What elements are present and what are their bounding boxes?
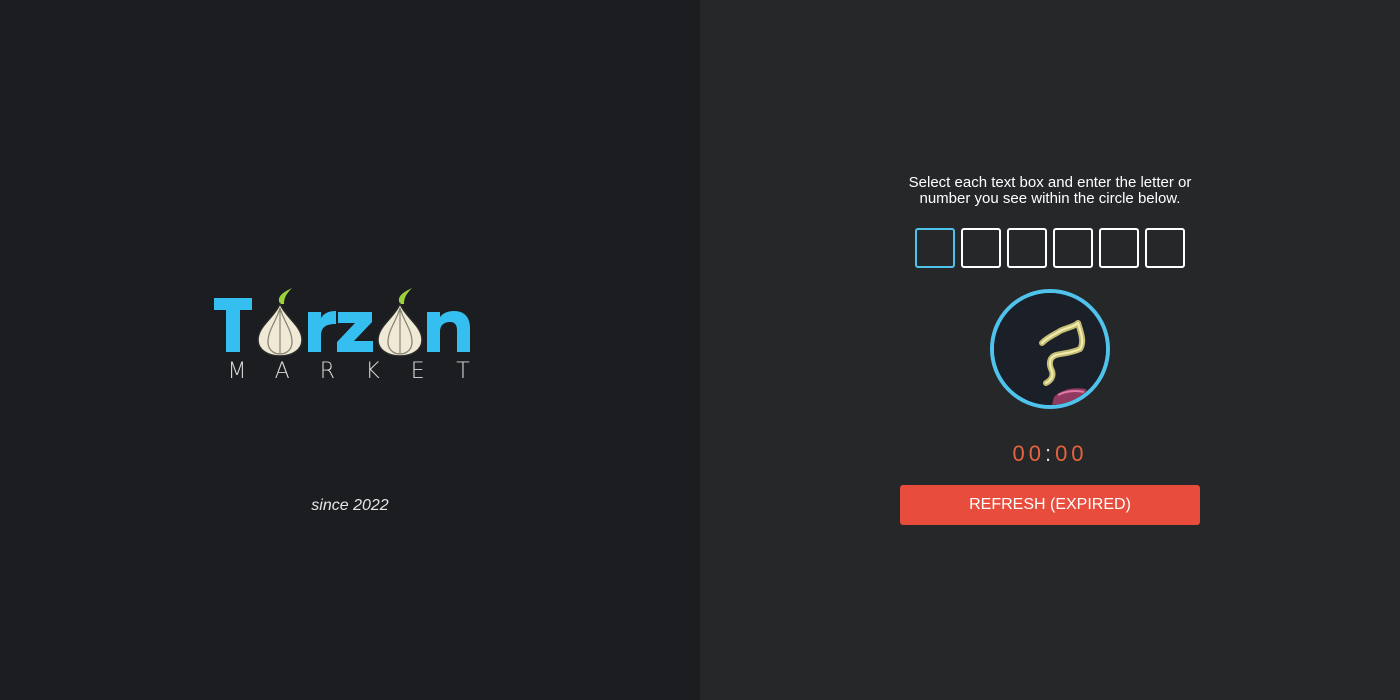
captcha-char-input-1[interactable] (915, 228, 955, 268)
captcha-glyph-image (994, 293, 1106, 405)
torzon-logo-wordmark (214, 288, 470, 356)
brand-panel: M A R K E T since 2022 (0, 0, 700, 700)
captcha-image (990, 289, 1110, 409)
logo-subtitle-letter: T (456, 359, 470, 384)
onion-icon (257, 288, 303, 356)
logo-subtitle-letter: A (274, 359, 290, 384)
captcha-timer: 00:00 (700, 441, 1400, 467)
timer-minutes: 00 (1012, 441, 1045, 466)
captcha-char-input-4[interactable] (1053, 228, 1093, 268)
logo-subtitle-letter: E (410, 359, 425, 384)
logo-subtitle-letter: M (227, 359, 247, 384)
captcha-code-inputs (915, 228, 1185, 268)
refresh-button[interactable]: REFRESH (EXPIRED) (900, 485, 1200, 525)
since-text: since 2022 (311, 497, 389, 514)
onion-icon (377, 288, 423, 356)
captcha-char-input-5[interactable] (1099, 228, 1139, 268)
captcha-char-input-6[interactable] (1145, 228, 1185, 268)
logo-subtitle: M A R K E T (226, 359, 474, 384)
logo-subtitle-letter: K (365, 359, 380, 384)
logo: M A R K E T (212, 286, 474, 386)
login-page: M A R K E T since 2022 Select each text … (0, 0, 1400, 700)
timer-separator: : (1044, 441, 1056, 466)
captcha-char-input-2[interactable] (961, 228, 1001, 268)
captcha-panel: Select each text box and enter the lette… (700, 0, 1400, 700)
captcha-instructions: Select each text box and enter the lette… (908, 174, 1192, 207)
logo-subtitle-letter: R (319, 359, 336, 384)
timer-seconds: 00 (1055, 441, 1088, 466)
captcha-char-input-3[interactable] (1007, 228, 1047, 268)
